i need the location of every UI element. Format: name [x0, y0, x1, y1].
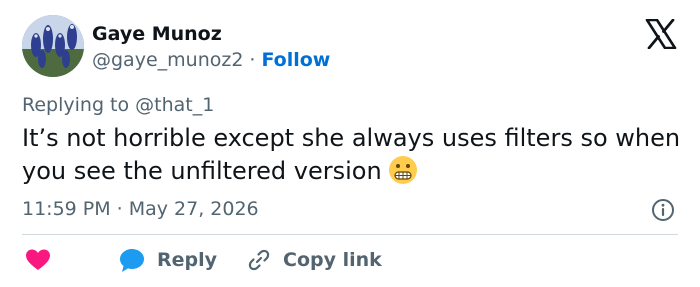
copy-link-label: Copy link: [283, 249, 382, 271]
heart-icon: [26, 249, 50, 270]
follow-button[interactable]: Follow: [261, 49, 330, 71]
grimacing-face-icon: [388, 156, 417, 184]
copy-link-button[interactable]: Copy link: [217, 248, 382, 272]
timestamp-separator: ·: [116, 198, 123, 220]
divider: [22, 234, 678, 235]
avatar[interactable]: [22, 15, 84, 77]
tweet-body: It’s not horrible except she always uses…: [22, 124, 681, 185]
tweet-date: May 27, 2026: [128, 198, 259, 220]
reply-button[interactable]: Reply: [51, 247, 217, 273]
author-handle-row: @gaye_munoz2 · Follow: [92, 49, 330, 71]
like-button[interactable]: [22, 248, 51, 272]
action-bar: Reply Copy link: [22, 246, 382, 274]
tweet-text: It’s not horrible except she always uses…: [22, 122, 682, 188]
x-logo-icon[interactable]: [645, 19, 677, 49]
timestamp[interactable]: 11:59 PM · May 27, 2026: [22, 198, 259, 220]
reply-bubble-icon: [120, 249, 144, 272]
author-handle[interactable]: @gaye_munoz2: [92, 49, 243, 71]
reply-label: Reply: [157, 249, 218, 271]
reply-mention-link[interactable]: @that_1: [135, 94, 214, 116]
reply-context-prefix: Replying to: [22, 94, 130, 116]
tweet-time: 11:59 PM: [22, 198, 111, 220]
author-name[interactable]: Gaye Munoz: [92, 23, 222, 45]
handle-separator: ·: [249, 49, 256, 71]
info-icon[interactable]: [651, 198, 675, 222]
reply-context: Replying to @that_1: [22, 94, 214, 116]
avatar-image: [22, 15, 84, 77]
link-icon: [248, 249, 270, 271]
